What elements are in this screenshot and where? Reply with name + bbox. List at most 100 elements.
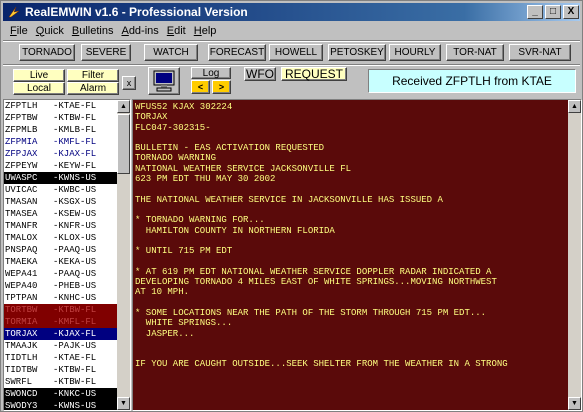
menu-bulletins[interactable]: Bulletins bbox=[68, 25, 118, 37]
list-item[interactable]: TMAAJK -PAJK-US bbox=[4, 340, 130, 352]
bulletin-text-line bbox=[133, 256, 581, 266]
text-scrollbar[interactable]: ▲ ▼ bbox=[568, 100, 581, 410]
bulletin-id: SWONCD bbox=[5, 389, 38, 399]
list-item[interactable]: UWASPC -KWNS-US bbox=[4, 172, 130, 184]
list-item[interactable]: ZFPJAX -KJAX-FL bbox=[4, 148, 130, 160]
list-item[interactable]: WEPA41 -PAAQ-US bbox=[4, 268, 130, 280]
list-item[interactable]: TMANFR -KNFR-US bbox=[4, 220, 130, 232]
monitor-button[interactable] bbox=[148, 67, 180, 95]
bulletin-id: UWASPC bbox=[5, 173, 38, 183]
bulletin-text-line: TORJAX bbox=[135, 112, 168, 123]
bulletin-list-scrollbar[interactable]: ▲ ▼ bbox=[117, 100, 130, 410]
log-button[interactable]: Log bbox=[191, 67, 231, 79]
tornado-button[interactable]: TORNADO bbox=[19, 44, 75, 61]
list-item[interactable]: TIDTLH -KTAE-FL bbox=[4, 352, 130, 364]
menu-edit[interactable]: Edit bbox=[163, 25, 190, 37]
maximize-button[interactable]: □ bbox=[545, 5, 561, 19]
bulletin-text-line: IF YOU ARE CAUGHT OUTSIDE...SEEK SHELTER… bbox=[135, 359, 508, 370]
toolbar-divider bbox=[3, 40, 580, 42]
watch-button[interactable]: WATCH bbox=[144, 44, 198, 61]
minimize-button[interactable]: _ bbox=[527, 5, 543, 19]
list-item[interactable]: WEPA40 -PHEB-US bbox=[4, 280, 130, 292]
menu-add-ins[interactable]: Add-ins bbox=[117, 25, 162, 37]
list-item[interactable]: TORTBW -KTBW-FL bbox=[4, 304, 130, 316]
bulletin-source: -KLOX-US bbox=[53, 233, 97, 243]
bulletin-id: UVICAC bbox=[5, 185, 38, 195]
local-button[interactable]: Local bbox=[13, 82, 65, 95]
svr-nat-button[interactable]: SVR-NAT bbox=[509, 44, 571, 61]
bulletin-text-line: BULLETIN - EAS ACTIVATION REQUESTED bbox=[135, 143, 325, 154]
scroll-thumb[interactable] bbox=[117, 114, 130, 174]
list-item[interactable]: UVICAC -KWBC-US bbox=[4, 184, 130, 196]
next-arrow-button[interactable]: > bbox=[212, 80, 231, 94]
close-button[interactable]: X bbox=[563, 5, 579, 19]
bulletin-id: ZFPEYW bbox=[5, 161, 38, 171]
severe-button[interactable]: SEVERE bbox=[81, 44, 131, 61]
app-window: RealEMWIN v1.6 - Professional Version _ … bbox=[0, 0, 583, 412]
bulletin-source: -KMLB-FL bbox=[53, 125, 97, 135]
bulletin-text-panel[interactable]: WFUS52 KJAX 302224 TORJAX FLC047-302315- BU… bbox=[132, 99, 582, 411]
hourly-button[interactable]: HOURLY bbox=[389, 44, 441, 61]
list-item[interactable]: TMASAN -KSGX-US bbox=[4, 196, 130, 208]
bulletin-id: TORJAX bbox=[5, 329, 38, 339]
bulletin-source: -KMFL-FL bbox=[53, 317, 97, 327]
clear-button[interactable]: x bbox=[122, 76, 136, 90]
scroll-up-icon[interactable]: ▲ bbox=[117, 100, 130, 113]
request-button[interactable]: REQUEST bbox=[281, 67, 347, 81]
monitor-icon bbox=[153, 70, 175, 92]
list-item[interactable]: ZFPMLB -KMLB-FL bbox=[4, 124, 130, 136]
bulletin-text-line bbox=[133, 339, 581, 349]
scroll-down-icon[interactable]: ▼ bbox=[117, 397, 130, 410]
list-item[interactable]: SWONCD -KNKC-US bbox=[4, 388, 130, 400]
list-item[interactable]: ZFPTBW -KTBW-FL bbox=[4, 112, 130, 124]
live-button[interactable]: Live bbox=[13, 69, 65, 82]
list-item[interactable]: TIDTBW -KTBW-FL bbox=[4, 364, 130, 376]
text-scroll-down-icon[interactable]: ▼ bbox=[568, 397, 581, 410]
bulletin-source: -KSEW-US bbox=[53, 209, 97, 219]
bulletin-source: -KEKA-US bbox=[53, 257, 97, 267]
forecast-button[interactable]: FORECAST bbox=[208, 44, 266, 61]
list-item[interactable]: TORJAX -KJAX-FL bbox=[4, 328, 130, 340]
wfo-button[interactable]: WFO bbox=[244, 67, 276, 81]
bulletin-source: -KWNS-US bbox=[53, 401, 97, 411]
list-item[interactable]: PNSPAQ -PAAQ-US bbox=[4, 244, 130, 256]
list-item[interactable]: TMAEKA -KEKA-US bbox=[4, 256, 130, 268]
bulletin-source: -KTAE-FL bbox=[53, 101, 97, 111]
bulletin-text-line bbox=[133, 184, 581, 194]
list-item[interactable]: SWODY3 -KWNS-US bbox=[4, 400, 130, 411]
list-item[interactable]: TPTPAN -KNHC-US bbox=[4, 292, 130, 304]
bulletin-list-rows: ZFPTLH -KTAE-FL ZFPTBW -KTBW-FL ZFPMLB -KMLB-… bbox=[4, 100, 130, 411]
bulletin-source: -KNKC-US bbox=[53, 389, 97, 399]
filter-button[interactable]: Filter bbox=[67, 69, 119, 82]
tor-nat-button[interactable]: TOR-NAT bbox=[446, 44, 504, 61]
petoskey-button[interactable]: PETOSKEY bbox=[328, 44, 386, 61]
title-bar[interactable]: RealEMWIN v1.6 - Professional Version _ … bbox=[3, 3, 580, 21]
bulletin-id: SWODY3 bbox=[5, 401, 38, 411]
text-scroll-up-icon[interactable]: ▲ bbox=[568, 100, 581, 113]
alarm-button[interactable]: Alarm bbox=[67, 82, 119, 95]
bulletin-text-lines: WFUS52 KJAX 302224 TORJAX FLC047-302315- BU… bbox=[133, 100, 581, 370]
list-item[interactable]: TMALOX -KLOX-US bbox=[4, 232, 130, 244]
list-item[interactable]: TMASEA -KSEW-US bbox=[4, 208, 130, 220]
previous-arrow-button[interactable]: < bbox=[191, 80, 210, 94]
howell-button[interactable]: HOWELL bbox=[269, 44, 323, 61]
list-item[interactable]: ZFPTLH -KTAE-FL bbox=[4, 100, 130, 112]
list-item[interactable]: SWRFL -KTBW-FL bbox=[4, 376, 130, 388]
bulletin-text-line: WHITE SPRINGS... bbox=[135, 318, 233, 329]
bulletin-id: TMAAJK bbox=[5, 341, 38, 351]
menu-quick[interactable]: Quick bbox=[32, 25, 68, 37]
bulletin-source: -KNHC-US bbox=[53, 293, 97, 303]
bulletin-source: -KTAE-FL bbox=[53, 353, 97, 363]
list-item[interactable]: ZFPMIA -KMFL-FL bbox=[4, 136, 130, 148]
bulletin-text-line: * TORNADO WARNING FOR... bbox=[135, 215, 265, 226]
bulletin-text-line: * UNTIL 715 PM EDT bbox=[135, 246, 233, 257]
bulletin-list[interactable]: ZFPTLH -KTAE-FL ZFPTBW -KTBW-FL ZFPMLB -KMLB-… bbox=[3, 99, 131, 411]
bulletin-source: -KMFL-FL bbox=[53, 137, 97, 147]
bulletin-id: TPTPAN bbox=[5, 293, 38, 303]
lightning-icon bbox=[8, 6, 20, 18]
list-item[interactable]: ZFPEYW -KEYW-FL bbox=[4, 160, 130, 172]
list-item[interactable]: TORMIA -KMFL-FL bbox=[4, 316, 130, 328]
bulletin-text-line: DEVELOPING TORNADO 4 MILES EAST OF WHITE… bbox=[135, 277, 497, 288]
menu-file[interactable]: File bbox=[6, 25, 32, 37]
menu-help[interactable]: Help bbox=[190, 25, 221, 37]
